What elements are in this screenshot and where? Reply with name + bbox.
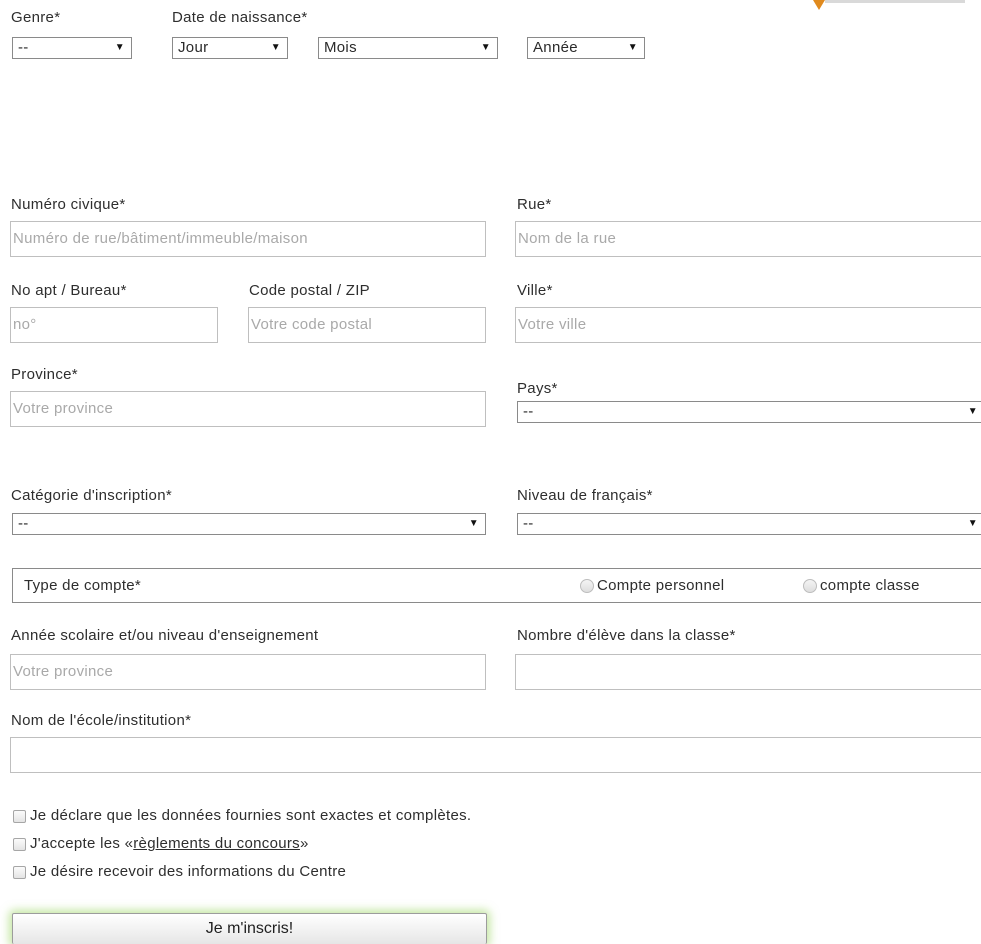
personal-account-label[interactable]: Compte personnel: [597, 577, 724, 594]
submit-button[interactable]: Je m'inscris!: [12, 913, 487, 944]
logo-arrow-icon: [813, 0, 965, 10]
french-level-value: --: [523, 515, 534, 532]
postal-code-placeholder: Votre code postal: [251, 316, 373, 333]
chevron-down-icon: ▼: [468, 518, 479, 529]
month-value: Mois: [324, 39, 357, 56]
french-level-label: Niveau de français*: [517, 487, 653, 504]
civic-number-label: Numéro civique*: [11, 196, 126, 213]
chevron-down-icon: ▼: [480, 42, 491, 53]
school-year-placeholder: Votre province: [13, 663, 114, 680]
province-placeholder: Votre province: [13, 400, 114, 417]
city-label: Ville*: [517, 282, 553, 299]
category-value: --: [18, 515, 29, 532]
genre-select[interactable]: -- ▼: [12, 37, 132, 59]
radio-personal-account[interactable]: [580, 579, 594, 593]
postal-code-label: Code postal / ZIP: [249, 282, 370, 299]
civic-number-placeholder: Numéro de rue/bâtiment/immeuble/maison: [13, 230, 308, 247]
school-year-input[interactable]: Votre province: [10, 654, 486, 690]
civic-number-input[interactable]: Numéro de rue/bâtiment/immeuble/maison: [10, 221, 486, 257]
country-select[interactable]: -- ▼: [517, 401, 981, 423]
day-value: Jour: [178, 39, 209, 56]
country-label: Pays*: [517, 380, 558, 397]
street-placeholder: Nom de la rue: [518, 230, 617, 247]
category-select[interactable]: -- ▼: [12, 513, 486, 535]
declare-checkbox[interactable]: [13, 810, 26, 823]
institution-input[interactable]: [10, 737, 981, 773]
declare-label: Je déclare que les données fournies sont…: [30, 807, 472, 824]
rules-label-suffix: »: [299, 835, 309, 852]
country-value: --: [523, 403, 534, 420]
student-count-input[interactable]: [515, 654, 981, 690]
postal-code-input[interactable]: Votre code postal: [248, 307, 486, 343]
province-label: Province*: [11, 366, 78, 383]
rules-label: J'accepte les «règlements du concours»: [30, 835, 309, 852]
newsletter-checkbox[interactable]: [13, 866, 26, 879]
birth-date-label: Date de naissance*: [172, 9, 308, 26]
city-placeholder: Votre ville: [518, 316, 587, 333]
account-type-group: Type de compte* Compte personnel compte …: [12, 568, 981, 603]
genre-value: --: [18, 39, 29, 56]
student-count-label: Nombre d'élève dans la classe*: [517, 627, 736, 644]
radio-class-account[interactable]: [803, 579, 817, 593]
province-input[interactable]: Votre province: [10, 391, 486, 427]
chevron-down-icon: ▼: [627, 42, 638, 53]
city-input[interactable]: Votre ville: [515, 307, 981, 343]
french-level-select[interactable]: -- ▼: [517, 513, 981, 535]
newsletter-label: Je désire recevoir des informations du C…: [30, 863, 347, 880]
rules-checkbox[interactable]: [13, 838, 26, 851]
month-select[interactable]: Mois ▼: [318, 37, 498, 59]
chevron-down-icon: ▼: [967, 406, 978, 417]
chevron-down-icon: ▼: [967, 518, 978, 529]
institution-label: Nom de l'école/institution*: [11, 712, 192, 729]
rules-link[interactable]: règlements du concours: [133, 835, 300, 852]
day-select[interactable]: Jour ▼: [172, 37, 288, 59]
genre-label: Genre*: [11, 9, 61, 26]
year-select[interactable]: Année ▼: [527, 37, 645, 59]
street-input[interactable]: Nom de la rue: [515, 221, 981, 257]
year-value: Année: [533, 39, 578, 56]
street-label: Rue*: [517, 196, 552, 213]
apt-label: No apt / Bureau*: [11, 282, 127, 299]
rules-label-prefix: J'accepte les «: [30, 835, 134, 852]
category-label: Catégorie d'inscription*: [11, 487, 172, 504]
chevron-down-icon: ▼: [114, 42, 125, 53]
school-year-label: Année scolaire et/ou niveau d'enseigneme…: [11, 627, 319, 644]
chevron-down-icon: ▼: [270, 42, 281, 53]
apt-placeholder: no°: [13, 316, 37, 333]
apt-input[interactable]: no°: [10, 307, 218, 343]
class-account-label[interactable]: compte classe: [820, 577, 920, 594]
account-type-label: Type de compte*: [24, 577, 142, 594]
